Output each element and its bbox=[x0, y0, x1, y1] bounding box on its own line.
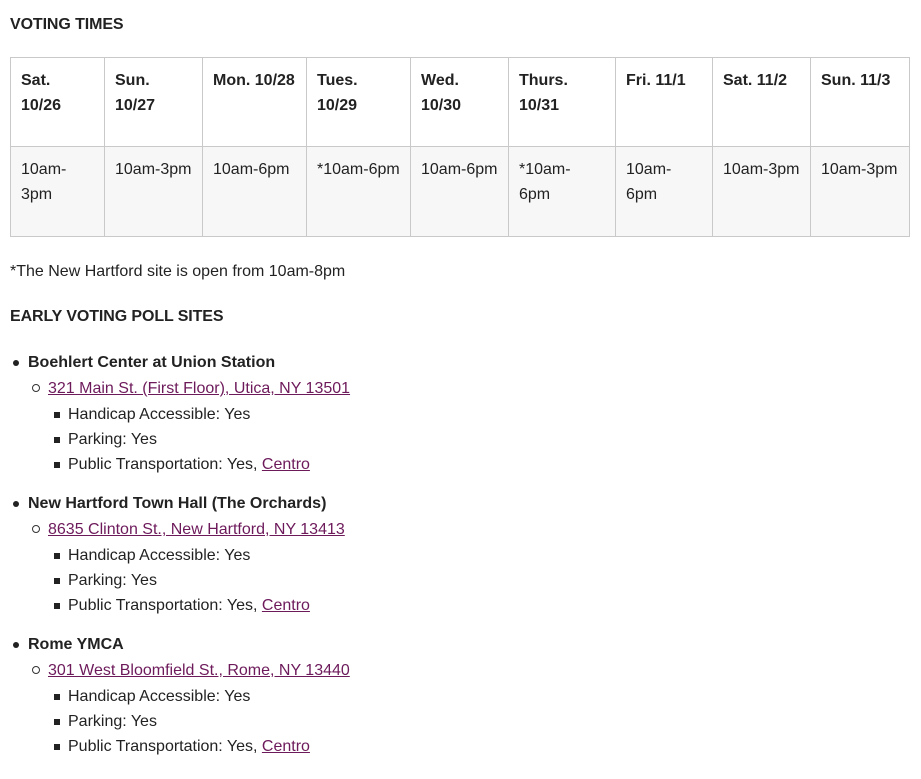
square-bullet-icon bbox=[54, 553, 60, 559]
day-header: Sat. 10/26 bbox=[10, 57, 105, 147]
address-list: 8635 Clinton St., New Hartford, NY 13413… bbox=[28, 520, 890, 616]
parking-text: Parking: Yes bbox=[68, 431, 157, 448]
list-item: New Hartford Town Hall (The Orchards) 86… bbox=[10, 494, 890, 616]
handicap-text: Handicap Accessible: Yes bbox=[68, 688, 251, 705]
list-item: Parking: Yes bbox=[48, 571, 890, 590]
list-item: Parking: Yes bbox=[48, 430, 890, 449]
hours-cell: *10am-6pm bbox=[306, 146, 411, 237]
day-header: Tues. 10/29 bbox=[306, 57, 411, 147]
address-link[interactable]: 301 West Bloomfield St., Rome, NY 13440 bbox=[48, 662, 350, 679]
square-bullet-icon bbox=[54, 694, 60, 700]
detail-list: Handicap Accessible: Yes Parking: Yes Pu… bbox=[48, 687, 890, 757]
bullet-icon bbox=[13, 360, 19, 366]
address-link[interactable]: 8635 Clinton St., New Hartford, NY 13413 bbox=[48, 521, 345, 538]
list-item: 301 West Bloomfield St., Rome, NY 13440 … bbox=[28, 661, 890, 757]
centro-link[interactable]: Centro bbox=[262, 456, 310, 473]
parking-text: Parking: Yes bbox=[68, 713, 157, 730]
centro-link[interactable]: Centro bbox=[262, 597, 310, 614]
hours-cell: 10am-3pm bbox=[104, 146, 203, 237]
circle-bullet-icon bbox=[32, 525, 40, 533]
square-bullet-icon bbox=[54, 437, 60, 443]
poll-sites-section: Boehlert Center at Union Station 321 Mai… bbox=[10, 353, 890, 776]
day-header: Sat. 11/2 bbox=[712, 57, 811, 147]
square-bullet-icon bbox=[54, 603, 60, 609]
address-list: 301 West Bloomfield St., Rome, NY 13440 … bbox=[28, 661, 890, 757]
address-list: 321 Main St. (First Floor), Utica, NY 13… bbox=[28, 379, 890, 475]
day-header: Sun. 11/3 bbox=[810, 57, 910, 147]
list-item: Handicap Accessible: Yes bbox=[48, 546, 890, 565]
day-header: Sun. 10/27 bbox=[104, 57, 203, 147]
new-hartford-hours-note: *The New Hartford site is open from 10am… bbox=[10, 263, 346, 280]
list-item: Rome YMCA 301 West Bloomfield St., Rome,… bbox=[10, 635, 890, 757]
hours-cell: 10am-3pm bbox=[712, 146, 811, 237]
handicap-text: Handicap Accessible: Yes bbox=[68, 406, 251, 423]
detail-list: Handicap Accessible: Yes Parking: Yes Pu… bbox=[48, 546, 890, 616]
square-bullet-icon bbox=[54, 719, 60, 725]
circle-bullet-icon bbox=[32, 666, 40, 674]
circle-bullet-icon bbox=[32, 384, 40, 392]
bullet-icon bbox=[13, 642, 19, 648]
hours-cell: 10am-6pm bbox=[202, 146, 307, 237]
list-item: 8635 Clinton St., New Hartford, NY 13413… bbox=[28, 520, 890, 616]
square-bullet-icon bbox=[54, 744, 60, 750]
transport-text: Public Transportation: Yes, bbox=[68, 738, 262, 755]
list-item: Public Transportation: Yes, Centro bbox=[48, 455, 890, 475]
list-item: Parking: Yes bbox=[48, 712, 890, 731]
site-name: Boehlert Center at Union Station bbox=[28, 354, 276, 371]
day-header: Wed. 10/30 bbox=[410, 57, 509, 147]
square-bullet-icon bbox=[54, 578, 60, 584]
address-link[interactable]: 321 Main St. (First Floor), Utica, NY 13… bbox=[48, 380, 350, 397]
centro-link[interactable]: Centro bbox=[262, 738, 310, 755]
hours-cell: 10am-3pm bbox=[810, 146, 910, 237]
list-item: Public Transportation: Yes, Centro bbox=[48, 737, 890, 757]
list-item: Handicap Accessible: Yes bbox=[48, 405, 890, 424]
transport-text: Public Transportation: Yes, bbox=[68, 597, 262, 614]
square-bullet-icon bbox=[54, 462, 60, 468]
list-item: Handicap Accessible: Yes bbox=[48, 687, 890, 706]
poll-sites-heading: EARLY VOTING POLL SITES bbox=[10, 308, 224, 325]
hours-cell: *10am- 6pm bbox=[508, 146, 616, 237]
hours-cell: 10am-6pm bbox=[410, 146, 509, 237]
day-header: Mon. 10/28 bbox=[202, 57, 307, 147]
transport-text: Public Transportation: Yes, bbox=[68, 456, 262, 473]
hours-cell: 10am-6pm bbox=[615, 146, 713, 237]
day-header: Fri. 11/1 bbox=[615, 57, 713, 147]
poll-site-list: Boehlert Center at Union Station 321 Mai… bbox=[10, 353, 890, 757]
parking-text: Parking: Yes bbox=[68, 572, 157, 589]
square-bullet-icon bbox=[54, 412, 60, 418]
day-header: Thurs. 10/31 bbox=[508, 57, 616, 147]
detail-list: Handicap Accessible: Yes Parking: Yes Pu… bbox=[48, 405, 890, 475]
site-name: Rome YMCA bbox=[28, 636, 124, 653]
list-item: 321 Main St. (First Floor), Utica, NY 13… bbox=[28, 379, 890, 475]
voting-times-heading: VOTING TIMES bbox=[10, 16, 124, 33]
site-name: New Hartford Town Hall (The Orchards) bbox=[28, 495, 327, 512]
table-row: 10am-3pm 10am-3pm 10am-6pm *10am-6pm 10a… bbox=[10, 146, 910, 237]
list-item: Boehlert Center at Union Station 321 Mai… bbox=[10, 353, 890, 475]
table-header-row: Sat. 10/26 Sun. 10/27 Mon. 10/28 Tues. 1… bbox=[10, 57, 910, 147]
list-item: Public Transportation: Yes, Centro bbox=[48, 596, 890, 616]
handicap-text: Handicap Accessible: Yes bbox=[68, 547, 251, 564]
bullet-icon bbox=[13, 501, 19, 507]
voting-times-table: Sat. 10/26 Sun. 10/27 Mon. 10/28 Tues. 1… bbox=[10, 57, 910, 237]
hours-cell: 10am-3pm bbox=[10, 146, 105, 237]
